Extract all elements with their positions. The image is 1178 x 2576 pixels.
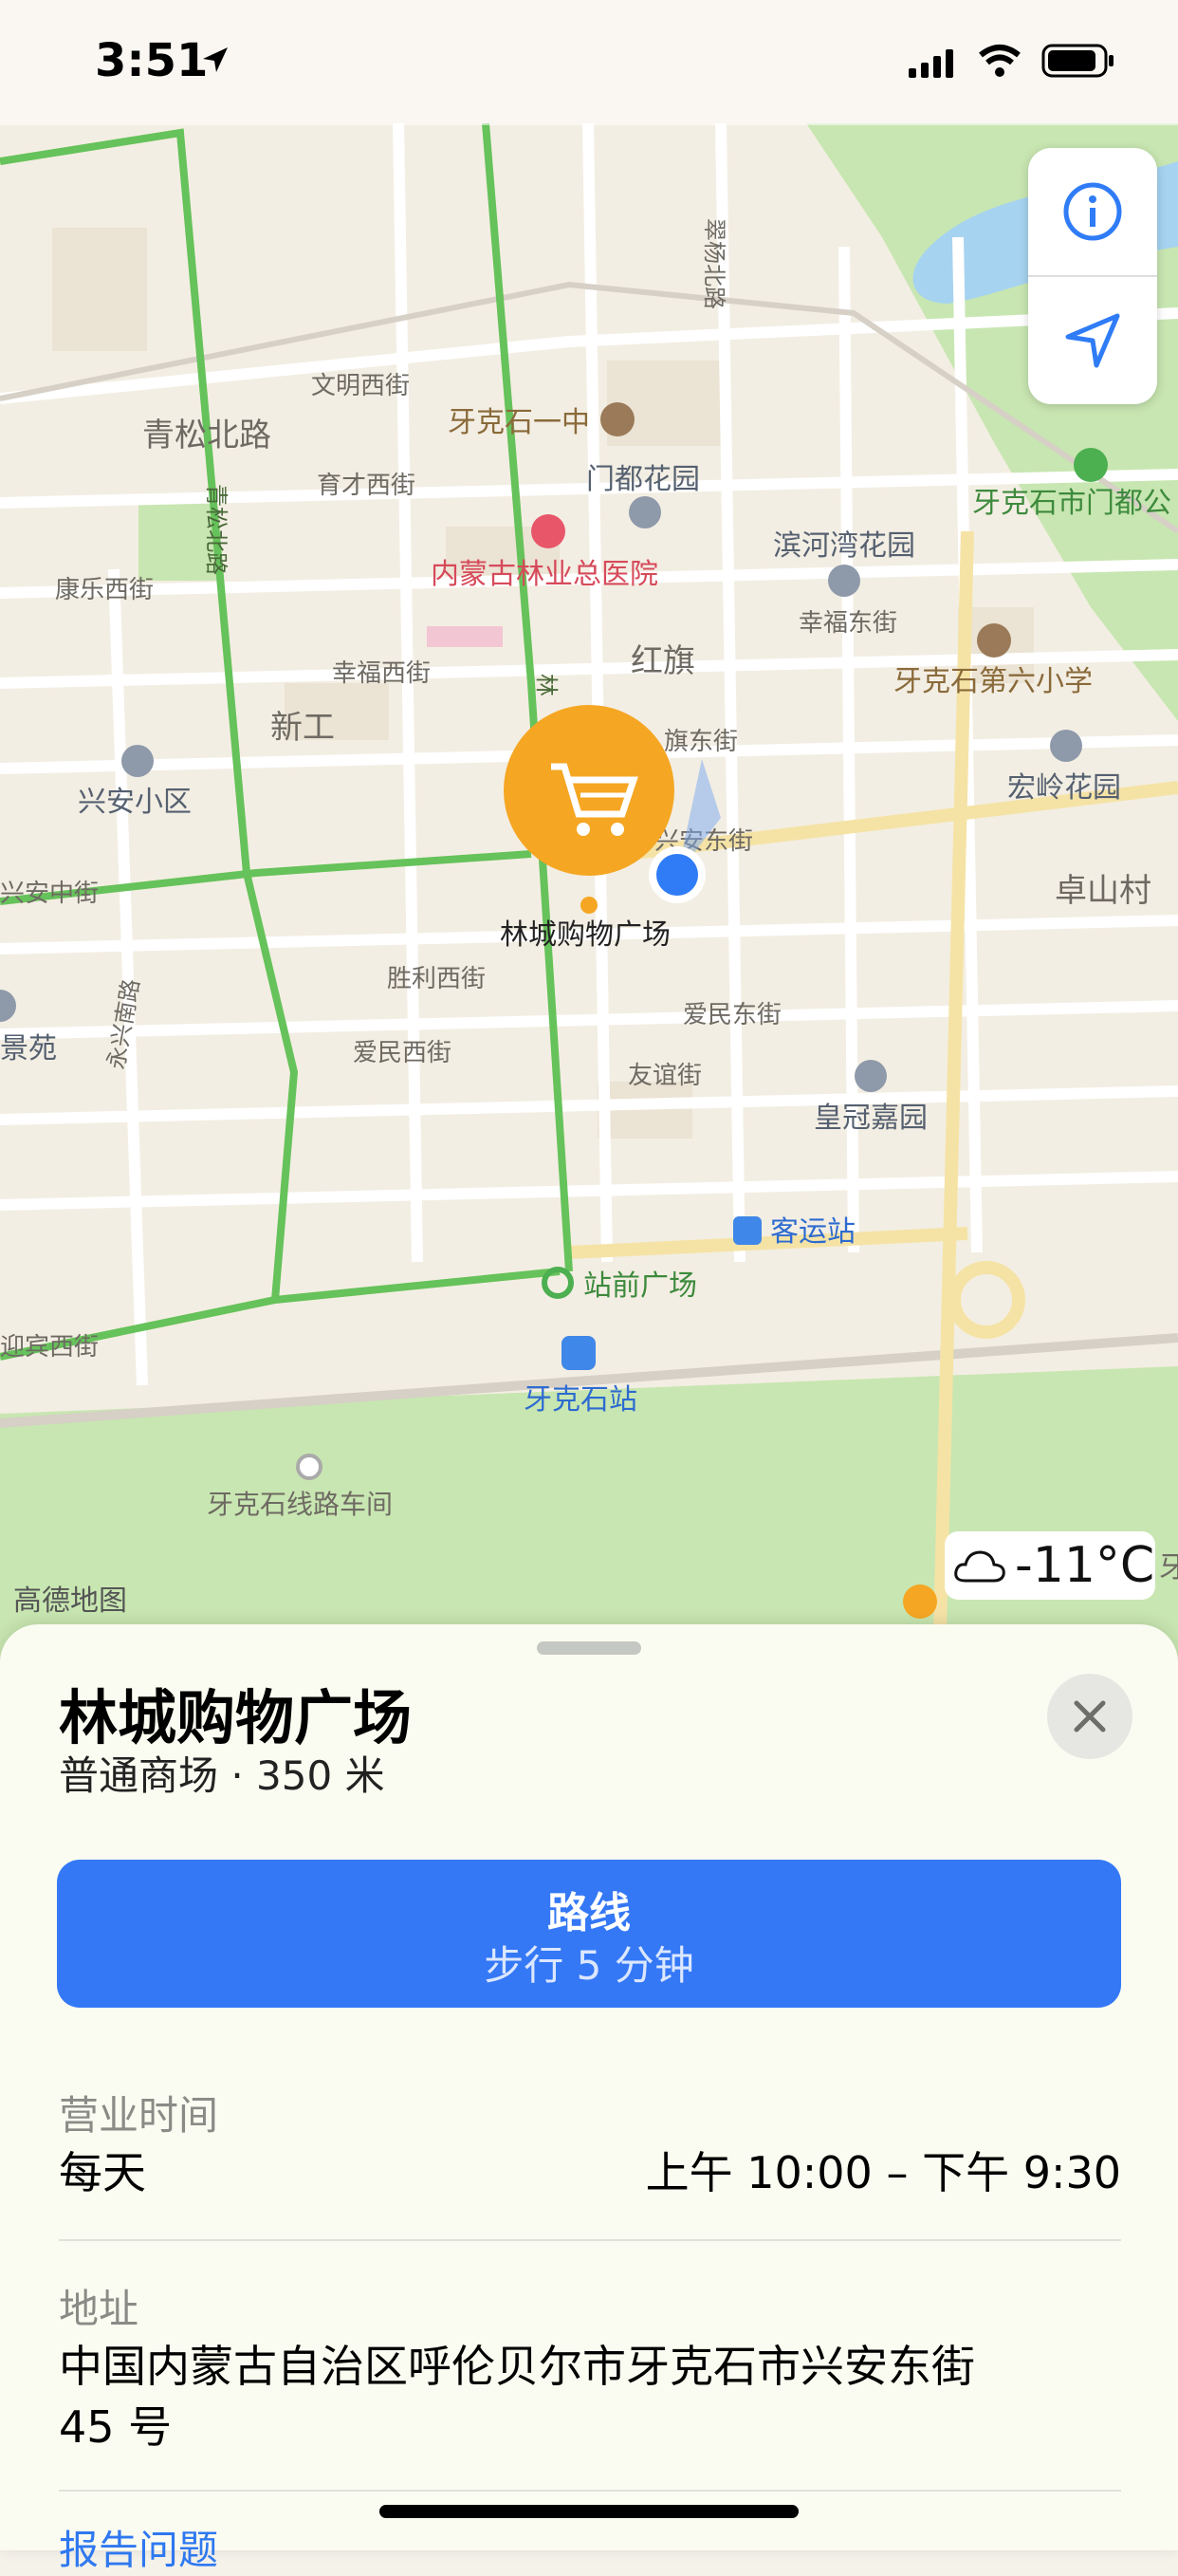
building-block [52, 228, 147, 351]
map-label-road: 文明西街 [311, 372, 410, 400]
residence-icon[interactable] [121, 745, 154, 777]
close-icon [1074, 1700, 1106, 1733]
map-view[interactable]: 翠杨北路 文明西街 青松北路 青松北路 牙克石一中 育才西街 门都花园 牙克石市… [0, 0, 1178, 1670]
place-sheet: 林城购物广场 普通商场 · 350 米 路线 步行 5 分钟 营业时间 每天 上… [0, 1624, 1178, 2573]
divider [59, 2490, 1121, 2492]
map-info-button[interactable] [1028, 148, 1157, 275]
cellular-signal-icon [909, 49, 953, 78]
hours-time: 上午 10:00 – 下午 9:30 [645, 2147, 1121, 2198]
school-icon[interactable] [600, 402, 635, 436]
map-label-road: 育才西街 [317, 472, 415, 500]
map-label-poi: 景苑 [0, 1032, 57, 1066]
map-controls [1028, 148, 1157, 404]
map-label-poi: 客运站 [770, 1215, 856, 1249]
address-label: 地址 [59, 2286, 139, 2332]
map-label-poi: 站前广场 [583, 1269, 697, 1303]
map-label-poi: 牙克石市门都公 [972, 487, 1171, 520]
cloud-icon [954, 1550, 1005, 1583]
directions-subtitle: 步行 5 分钟 [484, 1942, 694, 1989]
map-label-area: 新工 [270, 709, 335, 747]
map-label-road: 幸福东街 [799, 609, 897, 638]
home-indicator[interactable] [379, 2505, 799, 2518]
map-label-road: 翠杨北路 [701, 218, 727, 309]
battery-icon [1041, 44, 1114, 78]
map-label-area: 青松北路 [142, 417, 271, 454]
temperature: -11°C [1015, 1537, 1155, 1594]
map-label-road: 友谊街 [628, 1062, 702, 1090]
report-issue-link[interactable]: 报告问题 [59, 2518, 218, 2576]
map-label-area: 红旗 [631, 642, 695, 680]
map-label-area: 卓山村 [1055, 872, 1151, 910]
location-arrow-outline-icon [1065, 313, 1120, 368]
map-label-poi: 门都花园 [586, 463, 700, 496]
map-label-poi: 牙克石站 [524, 1383, 637, 1417]
map-label-road: 兴安中街 [0, 880, 99, 908]
map-label-poi: 兴安小区 [78, 786, 192, 819]
residence-icon[interactable] [1050, 730, 1082, 762]
briefcase-icon[interactable] [903, 1585, 937, 1619]
place-subtitle: 普通商场 · 350 米 [59, 1752, 385, 1799]
map-label-road: 青松北路 [203, 484, 230, 575]
map-label-road: 爱民东街 [683, 1001, 782, 1029]
bus-station-icon[interactable] [733, 1216, 762, 1245]
map-label-poi: 皇冠嘉园 [814, 1102, 928, 1135]
status-time: 3:51 [95, 34, 209, 87]
map-label-poi: 牙克石第六小学 [893, 665, 1093, 698]
train-station-icon[interactable] [561, 1336, 596, 1370]
address-line-1[interactable]: 中国内蒙古自治区呼伦贝尔市牙克石市兴安东街 [59, 2332, 975, 2395]
map-label-road: 幸福西街 [332, 659, 431, 688]
map-label-poi: 滨河湾花园 [773, 529, 915, 563]
residence-icon[interactable] [828, 565, 860, 597]
map-label-poi: 牙克石线路车间 [207, 1489, 393, 1520]
school-icon[interactable] [977, 623, 1011, 658]
building-block [427, 626, 503, 647]
hospital-icon[interactable] [531, 514, 565, 548]
facility-icon[interactable] [296, 1454, 322, 1480]
map-label-road: 旗东街 [664, 728, 738, 756]
hours-label: 营业时间 [59, 2092, 219, 2139]
weather-badge: -11°C [945, 1531, 1155, 1600]
map-attribution: 高德地图 [13, 1585, 127, 1618]
close-button[interactable] [1047, 1674, 1132, 1759]
place-title: 林城购物广场 [59, 1683, 413, 1752]
locate-me-button[interactable] [1028, 277, 1157, 404]
status-bar: 3:51 [0, 0, 1178, 125]
park-icon[interactable] [1074, 448, 1108, 482]
map-label-poi: 牙克石一中 [448, 406, 590, 439]
map-label-road: 迎宾西街 [0, 1333, 99, 1362]
location-arrow-icon [203, 47, 228, 72]
selected-place-label: 林城购物广场 [500, 918, 671, 952]
info-icon [1063, 182, 1122, 241]
map-label-poi: 宏岭花园 [1007, 771, 1121, 805]
residence-icon[interactable] [855, 1060, 887, 1092]
address-line-2[interactable]: 45 号 [59, 2393, 172, 2456]
map-label-road: 胜利西街 [387, 965, 486, 993]
sheet-grabber[interactable] [537, 1641, 641, 1655]
map-label-road: 林 [533, 674, 560, 696]
map-label-poi: 内蒙古林业总医院 [431, 558, 658, 591]
directions-title: 路线 [547, 1889, 631, 1937]
map-label-road: 爱民西街 [353, 1039, 451, 1067]
map-label-road: 康乐西街 [55, 576, 154, 604]
directions-button[interactable]: 路线 步行 5 分钟 [57, 1860, 1121, 2008]
hours-day: 每天 [59, 2147, 146, 2198]
wifi-icon [979, 45, 1021, 77]
map-label-poi: 牙 [1159, 1551, 1178, 1585]
divider [59, 2239, 1121, 2241]
residence-icon[interactable] [629, 496, 661, 528]
